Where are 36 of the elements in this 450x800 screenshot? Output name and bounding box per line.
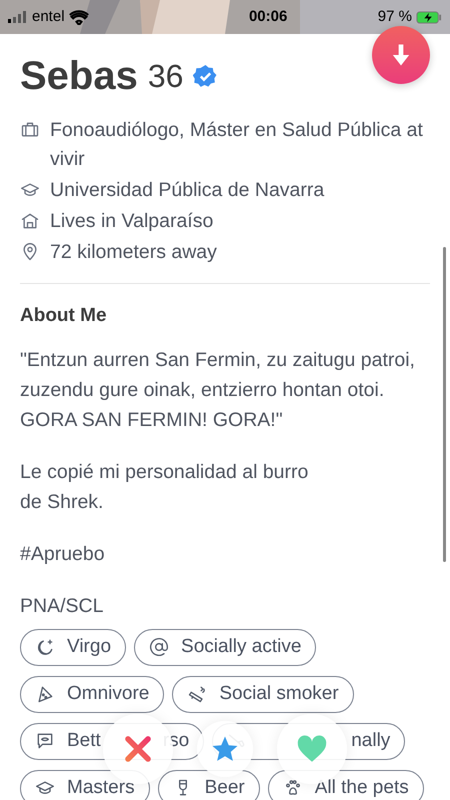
close-icon bbox=[123, 734, 153, 764]
clock-time: 00:06 bbox=[248, 6, 288, 27]
profile-age: 36 bbox=[148, 57, 184, 96]
moon-icon bbox=[35, 637, 55, 657]
at-sign-icon bbox=[149, 637, 170, 657]
tag-label: Omnivore bbox=[67, 682, 150, 706]
collapse-button[interactable] bbox=[372, 26, 430, 84]
profile-name: Sebas bbox=[20, 53, 138, 100]
tag-label: Virgo bbox=[67, 634, 112, 659]
profile-detail: Fonoaudiólogo, Máster en Salud Pública at vivir bbox=[50, 118, 424, 172]
bio-text: #Apruebo bbox=[20, 542, 106, 566]
tag-label: Social smoker bbox=[219, 682, 339, 706]
super-like-button[interactable] bbox=[197, 721, 253, 777]
profile-detail: Universidad Pública de Navarra bbox=[50, 178, 324, 203]
bio-text: PNA/SCL bbox=[20, 594, 104, 618]
profile-detail: Lives in Valparaíso bbox=[50, 209, 214, 234]
bio-text: Le copié mi personalidad al burro de Shrek. bbox=[20, 460, 310, 514]
tag-label: Bett bbox=[67, 728, 101, 753]
tag-label: Beer bbox=[204, 776, 245, 800]
house-icon bbox=[20, 211, 40, 231]
battery-percentage: 97 % bbox=[378, 6, 412, 27]
speech-bubble-icon bbox=[35, 731, 55, 751]
tag-label: Masters bbox=[67, 776, 135, 800]
carrier-name: entel bbox=[32, 6, 65, 27]
section-heading: About Me bbox=[20, 304, 108, 328]
battery-icon bbox=[416, 10, 442, 24]
tag-label: Socially active bbox=[181, 634, 302, 659]
star-icon bbox=[210, 734, 240, 764]
tag-label: All the pets bbox=[314, 776, 409, 800]
tag-label: rso bbox=[162, 728, 190, 753]
bio-text: "Entzun aurren San Fermin, zu zaitugu patroi, zuzendu gure oinak, entzierro hontan otoi. GORA SAN FERMIN! GORA!" bbox=[20, 348, 416, 432]
profile-detail: 72 kilometers away bbox=[50, 240, 217, 265]
wifi-icon bbox=[68, 10, 89, 24]
tag-label: nally bbox=[351, 728, 390, 753]
signal-icon bbox=[8, 11, 28, 23]
cigarette-icon bbox=[187, 684, 208, 704]
